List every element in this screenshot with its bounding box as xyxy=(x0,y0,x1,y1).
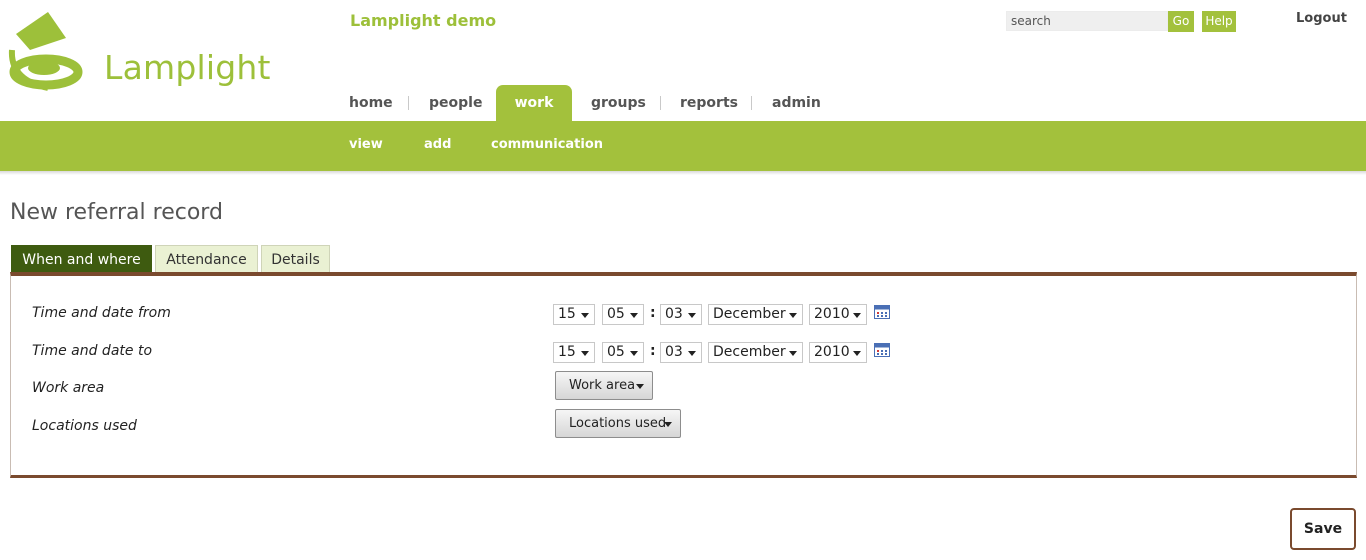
tab-when-and-where[interactable]: When and where xyxy=(11,245,152,273)
search-input[interactable] xyxy=(1006,11,1168,31)
from-minute-select[interactable]: 05 xyxy=(602,304,644,325)
chevron-down-icon xyxy=(581,351,589,356)
subnav-bar xyxy=(0,121,1366,172)
subnav-communication[interactable]: communication xyxy=(491,137,603,152)
save-button[interactable]: Save xyxy=(1290,508,1356,550)
nav-divider xyxy=(408,96,409,110)
locations-used-label: Locations used xyxy=(32,418,137,434)
nav-reports[interactable]: reports xyxy=(680,95,738,111)
chevron-down-icon xyxy=(853,351,861,356)
nav-people[interactable]: people xyxy=(429,95,482,111)
from-year-value: 2010 xyxy=(814,306,850,322)
to-minute-select[interactable]: 05 xyxy=(602,342,644,363)
calendar-icon[interactable] xyxy=(874,343,890,357)
nav-admin[interactable]: admin xyxy=(772,95,821,111)
to-day-value: 03 xyxy=(665,344,683,360)
tab-attendance[interactable]: Attendance xyxy=(155,245,258,273)
from-year-select[interactable]: 2010 xyxy=(809,304,867,325)
subnav-add[interactable]: add xyxy=(424,137,451,152)
chevron-down-icon xyxy=(630,351,638,356)
from-day-value: 03 xyxy=(665,306,683,322)
to-year-select[interactable]: 2010 xyxy=(809,342,867,363)
from-month-value: December xyxy=(713,306,786,322)
tab-details[interactable]: Details xyxy=(261,245,330,273)
nav-divider xyxy=(660,96,661,110)
from-day-select[interactable]: 03 xyxy=(660,304,702,325)
work-area-label: Work area xyxy=(32,380,105,396)
chevron-down-icon xyxy=(581,313,589,318)
subnav-view[interactable]: view xyxy=(349,137,383,152)
to-hour-select[interactable]: 15 xyxy=(553,342,595,363)
nav-home[interactable]: home xyxy=(349,95,393,111)
time-date-to-label: Time and date to xyxy=(32,343,153,359)
caret-down-icon xyxy=(664,422,672,427)
nav-divider xyxy=(751,96,752,110)
chevron-down-icon xyxy=(688,351,696,356)
to-minute-value: 05 xyxy=(607,344,625,360)
logo-text: Lamplight xyxy=(104,48,271,87)
nav-work[interactable]: work xyxy=(496,85,572,122)
page-title: New referral record xyxy=(10,200,223,225)
app-title: Lamplight demo xyxy=(350,11,497,30)
time-separator: : xyxy=(650,305,656,321)
work-area-button-label: Work area xyxy=(569,378,636,393)
subnav-shadow xyxy=(0,171,1366,175)
caret-down-icon xyxy=(636,384,644,389)
chevron-down-icon xyxy=(789,351,797,356)
nav-groups[interactable]: groups xyxy=(591,95,646,111)
calendar-icon[interactable] xyxy=(874,305,890,319)
to-hour-value: 15 xyxy=(558,344,576,360)
time-separator: : xyxy=(650,343,656,359)
help-button[interactable]: Help xyxy=(1202,11,1236,32)
from-minute-value: 05 xyxy=(607,306,625,322)
search-go-button[interactable]: Go xyxy=(1168,11,1194,32)
from-hour-select[interactable]: 15 xyxy=(553,304,595,325)
logout-link[interactable]: Logout xyxy=(1296,11,1347,26)
from-hour-value: 15 xyxy=(558,306,576,322)
to-month-select[interactable]: December xyxy=(708,342,803,363)
to-year-value: 2010 xyxy=(814,344,850,360)
locations-button-label: Locations used xyxy=(569,416,667,431)
locations-used-dropdown-button[interactable]: Locations used xyxy=(555,409,681,438)
chevron-down-icon xyxy=(789,313,797,318)
time-date-from-label: Time and date from xyxy=(32,305,171,321)
work-area-dropdown-button[interactable]: Work area xyxy=(555,371,653,400)
chevron-down-icon xyxy=(688,313,696,318)
to-day-select[interactable]: 03 xyxy=(660,342,702,363)
from-month-select[interactable]: December xyxy=(708,304,803,325)
chevron-down-icon xyxy=(853,313,861,318)
form-panel xyxy=(10,272,1357,478)
to-month-value: December xyxy=(713,344,786,360)
chevron-down-icon xyxy=(630,313,638,318)
